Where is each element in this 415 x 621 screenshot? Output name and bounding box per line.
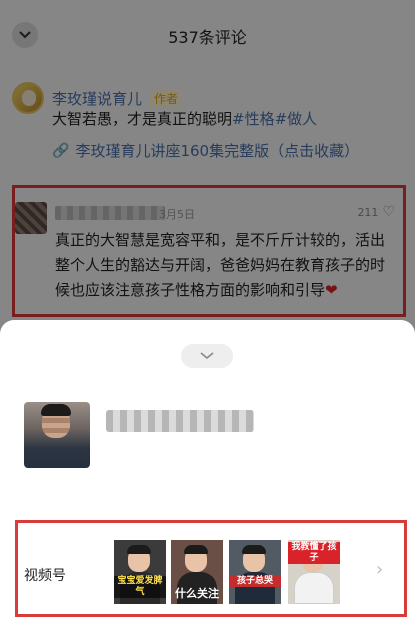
- thumb-person-hair: [127, 545, 151, 554]
- video-thumbnail[interactable]: 孩子总哭: [229, 540, 281, 604]
- profile-bottom-sheet: 视频号 宝宝爱发脾气 什么关注 孩子总哭 我教懂了孩子 ›: [0, 320, 415, 621]
- profile-avatar[interactable]: [24, 402, 90, 468]
- sheet-collapse-handle[interactable]: [181, 344, 233, 368]
- thumb-caption: 我教懂了孩子: [288, 542, 340, 564]
- video-channel-label: 视频号: [24, 568, 66, 584]
- thumb-person-hair: [242, 545, 266, 554]
- chevron-down-icon: [200, 352, 214, 360]
- profile-name-blurred[interactable]: [106, 410, 254, 432]
- thumb-caption: 宝宝爱发脾气: [114, 576, 166, 598]
- video-channel-section[interactable]: 视频号 宝宝爱发脾气 什么关注 孩子总哭 我教懂了孩子 ›: [15, 520, 407, 617]
- thumb-caption: 什么关注: [175, 587, 219, 600]
- thumb-person-body: [294, 572, 334, 604]
- thumb-caption: 孩子总哭: [229, 576, 281, 587]
- thumb-person-hair: [184, 545, 208, 554]
- chevron-right-icon[interactable]: ›: [376, 559, 383, 580]
- video-thumbnail[interactable]: 什么关注: [171, 540, 223, 604]
- video-thumbnail[interactable]: 我教懂了孩子: [288, 540, 340, 604]
- avatar-hair: [41, 404, 71, 416]
- video-thumbnail[interactable]: 宝宝爱发脾气: [114, 540, 166, 604]
